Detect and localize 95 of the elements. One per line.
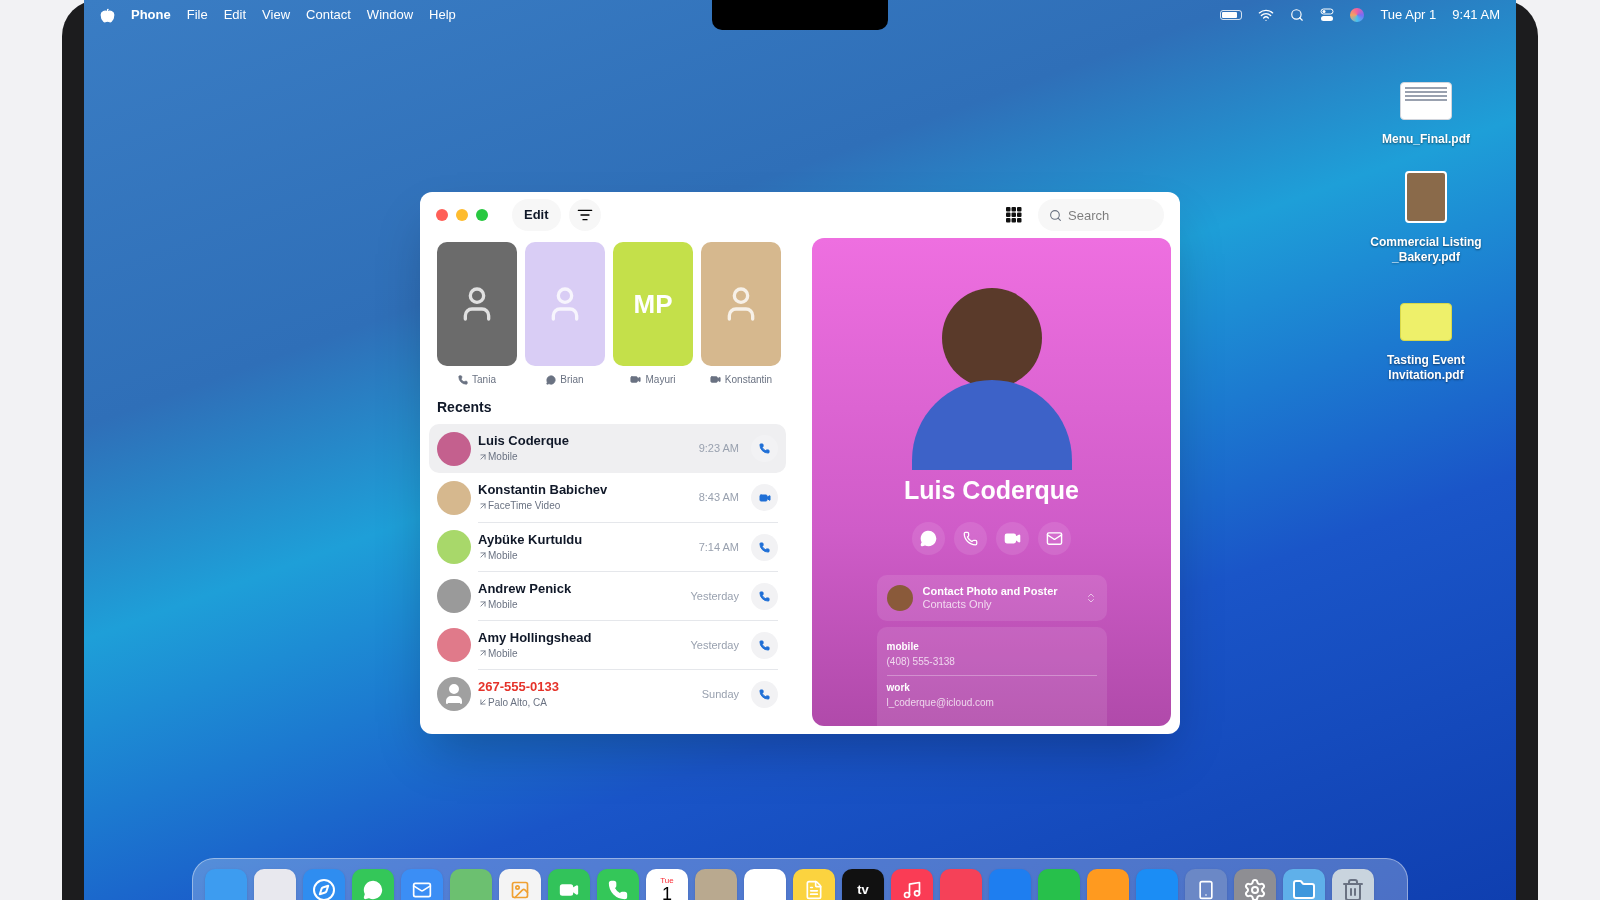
contact-name: Andrew Penick xyxy=(478,580,573,597)
speech-bubble-icon xyxy=(920,529,937,547)
envelope-icon xyxy=(412,880,432,900)
favorite-name: Mayuri xyxy=(645,373,676,387)
mail-button[interactable] xyxy=(1038,521,1071,555)
envelope-icon xyxy=(1046,529,1063,547)
recent-call-row[interactable]: Aybüke Kurtuldu Mobile 7:14 AM xyxy=(429,522,786,571)
call-time: Yesterday xyxy=(690,637,739,653)
file-name[interactable]: Menu_Final.pdf xyxy=(1382,132,1470,147)
search-icon xyxy=(1049,209,1062,222)
calendar-dock-icon[interactable]: Tue 1 xyxy=(646,869,688,900)
tv-dock-icon[interactable]: tv xyxy=(842,869,884,900)
siri-icon[interactable] xyxy=(1350,8,1365,22)
file-name[interactable]: Tasting Event Invitation.pdf xyxy=(1366,353,1486,383)
menu-item[interactable]: Contact xyxy=(306,5,351,25)
note-icon xyxy=(804,880,824,900)
grid-icon xyxy=(1006,207,1022,223)
poster-title: Contact Photo and Poster xyxy=(922,584,1059,598)
call-button[interactable] xyxy=(954,521,987,555)
contact-name: Konstantin Babichev xyxy=(478,482,609,498)
poster-subtitle: Contacts Only xyxy=(922,597,993,611)
filter-icon xyxy=(576,207,593,223)
menu-item[interactable]: File xyxy=(186,5,208,25)
recent-call-row[interactable]: Luis Coderque Mobile 9:23 AM xyxy=(429,424,786,473)
recent-call-row[interactable]: Andrew Penick Mobile Yesterday xyxy=(429,571,786,620)
trash-icon xyxy=(1341,878,1365,900)
zoom-button[interactable] xyxy=(476,209,488,221)
contact-name-heading: Luis Coderque xyxy=(904,475,1079,506)
music-note-icon xyxy=(902,880,922,900)
call-button[interactable] xyxy=(751,582,778,610)
call-time: 9:23 AM xyxy=(698,441,739,457)
edit-button[interactable]: Edit xyxy=(512,199,561,231)
calendar-day: 1 xyxy=(662,885,672,900)
contact-name: 267-555-0133 xyxy=(478,678,560,695)
smartphone-icon xyxy=(1196,880,1216,900)
field-label: mobile xyxy=(886,639,920,654)
menu-item[interactable]: Edit xyxy=(223,5,247,25)
file-name[interactable]: Commercial Listing _Bakery.pdf xyxy=(1366,235,1486,265)
recent-call-row[interactable]: Amy Hollingshead Mobile Yesterday xyxy=(429,620,786,669)
contact-initials: MP xyxy=(633,287,673,321)
recent-call-row[interactable]: Konstantin Babichev FaceTime Video 8:43 AM xyxy=(429,473,786,522)
phone-icon xyxy=(608,880,628,900)
favorite-name: Brian xyxy=(560,373,584,387)
gear-icon xyxy=(1243,878,1267,900)
filter-button[interactable] xyxy=(568,199,601,231)
recent-call-row[interactable]: 267-555-0133 Palo Alto, CA Sunday xyxy=(429,669,786,718)
call-detail: Mobile xyxy=(488,548,518,563)
menu-item[interactable]: Help xyxy=(429,5,456,25)
video-call-button[interactable] xyxy=(751,484,778,511)
call-detail: Mobile xyxy=(488,597,518,612)
search-icon[interactable] xyxy=(1290,8,1305,22)
favorite-contact-card[interactable] xyxy=(437,242,517,366)
call-button[interactable] xyxy=(751,631,778,659)
call-detail: Palo Alto, CA xyxy=(488,695,547,710)
compass-icon xyxy=(312,878,336,900)
field-value[interactable]: l_coderque@icloud.com xyxy=(886,694,1097,710)
video-button[interactable] xyxy=(996,521,1029,555)
calendar-weekday: Tue xyxy=(660,877,674,885)
field-label: work xyxy=(886,680,911,695)
speech-bubble-icon xyxy=(363,880,383,900)
call-time: 7:14 AM xyxy=(698,539,739,555)
wifi-icon[interactable] xyxy=(1258,7,1275,23)
call-time: Sunday xyxy=(701,686,739,702)
contact-name: Luis Coderque xyxy=(478,433,570,449)
call-button[interactable] xyxy=(751,680,778,708)
poster-setting-row[interactable]: Contact Photo and Poster Contacts Only xyxy=(876,574,1107,621)
favorite-name: Konstantin xyxy=(724,373,773,387)
menu-bar-time[interactable]: 9:41 AM xyxy=(1452,5,1500,25)
message-button[interactable] xyxy=(912,521,945,555)
menu-item[interactable]: View xyxy=(262,5,291,25)
menu-item[interactable]: Window xyxy=(366,5,414,25)
apple-logo-icon[interactable] xyxy=(100,7,115,23)
field-value[interactable]: (408) 555-3138 xyxy=(886,653,1097,669)
notes-dock-icon[interactable] xyxy=(793,869,835,900)
folder-icon xyxy=(1292,878,1316,900)
call-time: 8:43 AM xyxy=(698,490,739,506)
contact-name: Amy Hollingshead xyxy=(478,629,593,646)
call-button[interactable] xyxy=(751,533,778,561)
call-detail: Mobile xyxy=(488,450,518,464)
picture-icon xyxy=(510,880,530,900)
control-center-icon[interactable] xyxy=(1320,8,1335,22)
call-time: Yesterday xyxy=(690,588,739,604)
menu-bar-date[interactable]: Tue Apr 1 xyxy=(1380,5,1437,25)
contact-name: Aybüke Kurtuldu xyxy=(478,531,584,548)
call-detail: Mobile xyxy=(488,646,518,661)
favorite-name: Tania xyxy=(472,373,496,387)
contact-avatar xyxy=(886,584,913,611)
close-button[interactable] xyxy=(436,209,448,221)
recents-heading: Recents xyxy=(437,398,493,417)
call-detail: FaceTime Video xyxy=(488,499,561,513)
tv-label: tv xyxy=(857,881,869,900)
phone-icon xyxy=(963,530,978,546)
search-field[interactable]: Search xyxy=(1038,199,1164,231)
app-menu[interactable]: Phone xyxy=(131,5,171,25)
battery-icon[interactable] xyxy=(1220,10,1243,20)
